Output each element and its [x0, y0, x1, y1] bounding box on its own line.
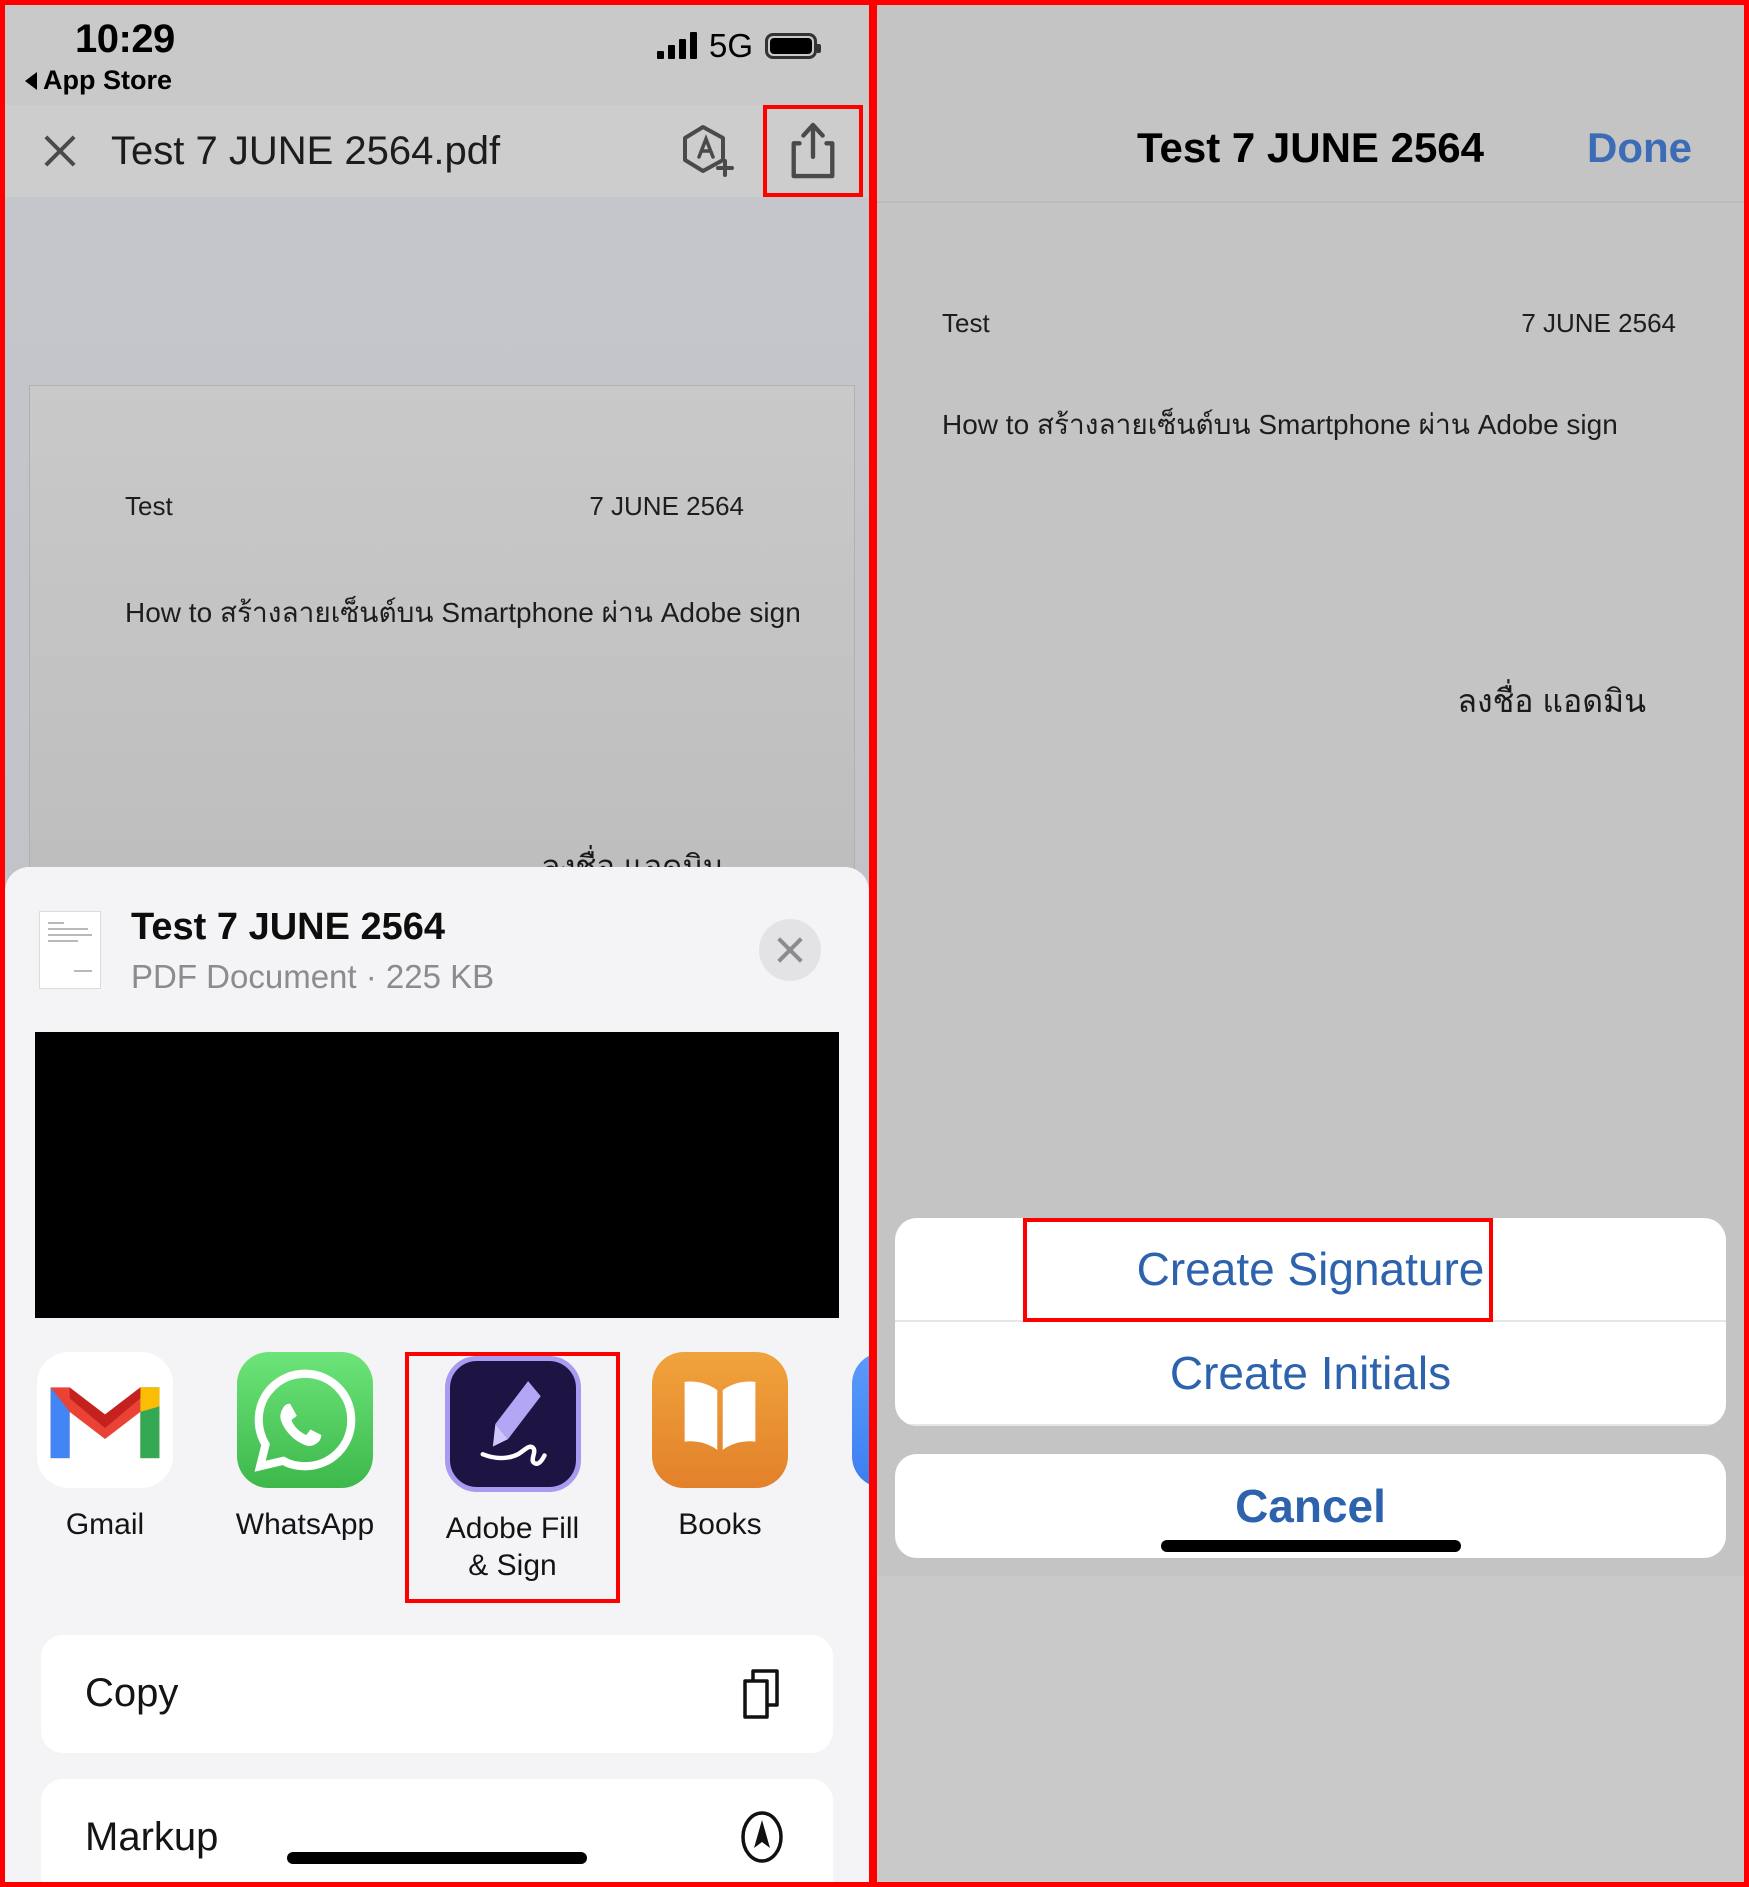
share-action-group-2: Markup Print: [41, 1778, 833, 1882]
add-markup-icon[interactable]: [675, 119, 739, 183]
document-preview: [35, 1031, 839, 1318]
status-time: 10:29: [75, 17, 175, 61]
share-action-copy[interactable]: Copy: [41, 1635, 833, 1753]
pdf-filename: Test 7 JUNE 2564.pdf: [111, 128, 501, 173]
action-sheet-group: Create Signature Create Initials: [895, 1218, 1726, 1426]
share-app-label: WhatsApp: [235, 1507, 375, 1541]
right-phone-panel: Test 7 JUNE 2564 Done Test 7 JUNE 2564 H…: [874, 0, 1749, 1887]
file-thumbnail: [39, 911, 101, 990]
adobe-fill-sign-icon: [444, 1355, 581, 1492]
share-sheet-header: Test 7 JUNE 2564 PDF Document · 225 KB: [5, 867, 869, 1022]
share-app-whatsapp[interactable]: WhatsApp: [205, 1351, 405, 1603]
close-circle-icon[interactable]: [759, 919, 821, 982]
home-indicator: [287, 1852, 587, 1864]
zoom-icon: [852, 1351, 869, 1488]
right-status-spacer: [877, 5, 1744, 95]
done-button[interactable]: Done: [1587, 124, 1692, 172]
right-pdf-viewer[interactable]: Test 7 JUNE 2564 How to สร้างลายเซ็นต์บน…: [877, 203, 1744, 1576]
right-header-right: 7 JUNE 2564: [1521, 308, 1676, 338]
pdf-doc-header: Test 7 JUNE 2564: [125, 491, 744, 522]
copy-icon: [733, 1665, 791, 1723]
create-signature-button[interactable]: Create Signature: [895, 1218, 1726, 1322]
pdf-header-left: Test: [125, 491, 173, 521]
file-meta: Test 7 JUNE 2564 PDF Document · 225 KB: [131, 905, 494, 996]
back-label: App Store: [43, 65, 173, 95]
signal-bars-icon: [656, 32, 697, 59]
pdf-viewer-area[interactable]: Test 7 JUNE 2564 How to สร้างลายเซ็นต์บน…: [5, 197, 869, 1882]
right-doc-header: Test 7 JUNE 2564: [942, 308, 1676, 339]
action-sheet: Create Signature Create Initials Cancel: [877, 1218, 1744, 1576]
share-app-label: Gmail: [65, 1507, 145, 1541]
close-x-icon[interactable]: [37, 128, 83, 174]
share-app-adobe-fill-sign[interactable]: Adobe Fill & Sign: [405, 1351, 620, 1603]
right-header-left: Test: [942, 308, 990, 338]
right-page-title: Test 7 JUNE 2564: [1136, 124, 1485, 171]
share-action-label: Markup: [85, 1814, 219, 1859]
toolbar-actions: [675, 105, 869, 197]
share-button-highlight[interactable]: [763, 105, 863, 197]
gmail-icon: [37, 1351, 173, 1488]
books-icon: [652, 1351, 788, 1488]
share-upload-icon: [791, 122, 835, 179]
share-action-label: Copy: [85, 1671, 179, 1716]
right-signature-line: ลงชื่อ แอดมิน: [1457, 683, 1646, 719]
status-indicators: 5G: [656, 27, 821, 65]
back-triangle-icon: [25, 71, 37, 90]
share-app-row: Gmail WhatsApp Adobe Fill & Sign Books: [5, 1318, 869, 1613]
pdf-body-line: How to สร้างลายเซ็นต์บน Smartphone ผ่าน …: [125, 597, 801, 628]
share-action-markup[interactable]: Markup: [41, 1779, 833, 1882]
left-phone-panel: 10:29 App Store 5G Test 7 JUNE 2564.pdf: [0, 0, 874, 1887]
share-app-label: Adobe Fill & Sign: [445, 1511, 580, 1583]
pdf-header-right: 7 JUNE 2564: [589, 491, 744, 521]
share-app-gmail[interactable]: Gmail: [5, 1351, 205, 1603]
share-app-label: Books: [678, 1507, 762, 1541]
network-type: 5G: [708, 27, 753, 64]
share-app-zoom[interactable]: Zoom: [820, 1351, 869, 1603]
battery-icon: [765, 33, 821, 59]
share-file-title: Test 7 JUNE 2564: [131, 906, 446, 948]
share-app-books[interactable]: Books: [620, 1351, 820, 1603]
share-file-subtitle: PDF Document · 225 KB: [131, 957, 495, 995]
screenshot-root: 10:29 App Store 5G Test 7 JUNE 2564.pdf: [0, 0, 1749, 1887]
share-sheet: Test 7 JUNE 2564 PDF Document · 225 KB G…: [5, 867, 869, 1882]
share-action-group-1: Copy: [41, 1634, 833, 1753]
status-bar: 10:29 App Store 5G: [5, 5, 869, 105]
right-body-line: How to สร้างลายเซ็นต์บน Smartphone ผ่าน …: [942, 409, 1618, 440]
right-navbar: Test 7 JUNE 2564 Done: [877, 95, 1744, 203]
markup-pen-icon: [733, 1808, 791, 1866]
pdf-toolbar: Test 7 JUNE 2564.pdf: [5, 105, 869, 197]
whatsapp-icon: [237, 1351, 373, 1488]
home-indicator: [1160, 1540, 1461, 1552]
create-initials-button[interactable]: Create Initials: [895, 1322, 1726, 1426]
back-to-app-store[interactable]: App Store: [25, 65, 172, 96]
